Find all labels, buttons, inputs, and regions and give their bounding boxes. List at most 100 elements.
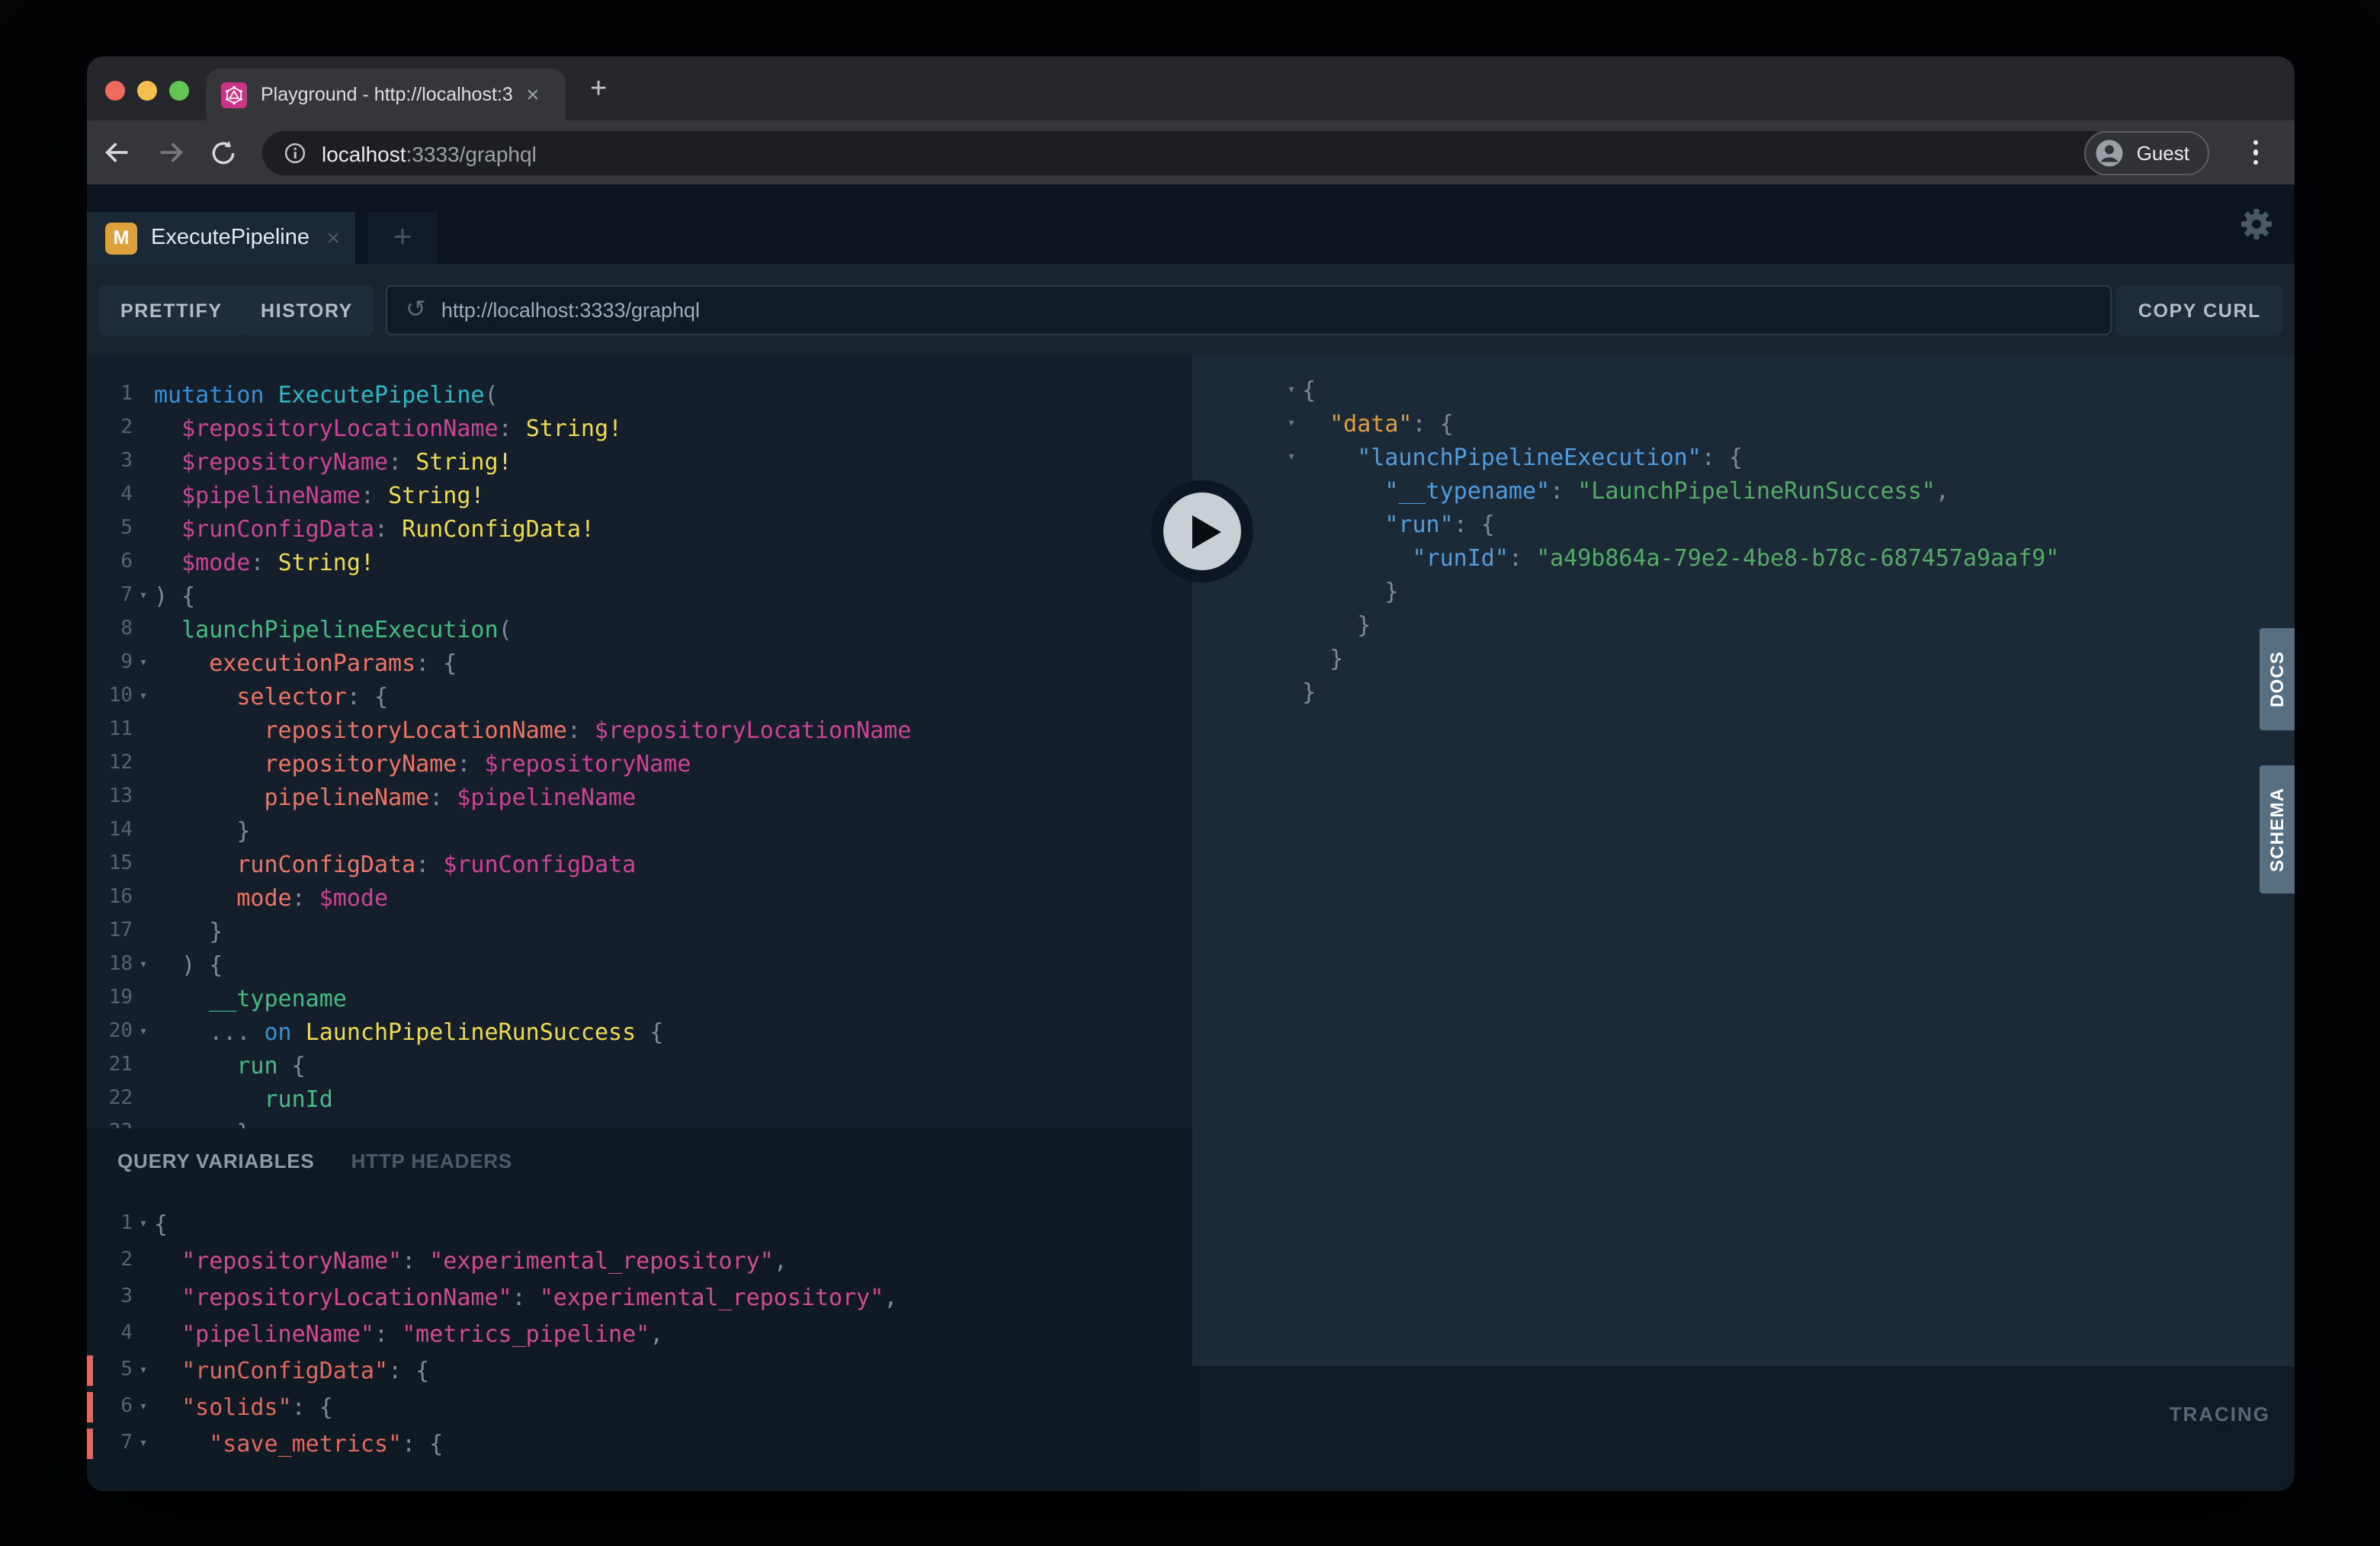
fold-toggle-icon[interactable]: ▾ — [133, 1389, 154, 1426]
response-viewer[interactable]: ▾{▾ "data": {▾ "launchPipelineExecution"… — [1192, 355, 2295, 1384]
url-path: :3333/graphql — [406, 141, 537, 165]
fold-toggle-icon[interactable]: ▾ — [1281, 441, 1302, 474]
line-number: 2 — [87, 412, 133, 445]
response-footer: TRACING — [1192, 1366, 2295, 1491]
code-line: } — [1192, 608, 2295, 642]
query-editor[interactable]: 1mutation ExecutePipeline(2 $repositoryL… — [87, 355, 1192, 1151]
settings-gear-icon[interactable] — [2238, 206, 2275, 242]
fold-spacer — [1281, 575, 1302, 608]
avatar-icon — [2094, 137, 2126, 169]
forward-icon[interactable] — [156, 137, 186, 168]
fold-spacer — [133, 1243, 154, 1279]
variables-editor[interactable]: 1▾{2 "repositoryName": "experimental_rep… — [87, 1172, 1192, 1462]
url-host: localhost — [322, 141, 406, 165]
minimize-window-button[interactable] — [137, 81, 157, 101]
error-marker — [87, 1355, 92, 1386]
profile-button[interactable]: Guest — [2085, 131, 2209, 175]
code-line: 3 $repositoryName: String! — [87, 445, 1192, 479]
fold-spacer — [1281, 541, 1302, 575]
fold-toggle-icon[interactable]: ▾ — [133, 1352, 154, 1389]
browser-tabstrip: Playground - http://localhost:3 × + — [87, 56, 2295, 120]
fold-spacer — [133, 1279, 154, 1316]
close-window-button[interactable] — [105, 81, 125, 101]
code-line: 6 $mode: String! — [87, 546, 1192, 579]
fold-toggle-icon[interactable]: ▾ — [133, 646, 154, 680]
browser-tab[interactable]: Playground - http://localhost:3 × — [206, 69, 566, 120]
browser-menu-icon[interactable] — [2253, 140, 2258, 165]
line-number: 13 — [87, 781, 133, 814]
reset-endpoint-icon[interactable]: ↺ — [406, 298, 426, 322]
code-line: 11 repositoryLocationName: $repositoryLo… — [87, 714, 1192, 747]
browser-new-tab-button[interactable]: + — [590, 75, 607, 104]
code-line: 6▾ "solids": { — [87, 1389, 1192, 1426]
fold-spacer — [133, 412, 154, 445]
fold-toggle-icon[interactable]: ▾ — [133, 579, 154, 613]
line-number: 4 — [87, 1316, 133, 1352]
code-line: 13 pipelineName: $pipelineName — [87, 781, 1192, 814]
line-number: 5 — [87, 1352, 133, 1389]
docs-side-tab[interactable]: DOCS — [2260, 628, 2295, 730]
line-number: 6 — [87, 546, 133, 579]
fold-toggle-icon[interactable]: ▾ — [133, 1206, 154, 1243]
fold-toggle-icon[interactable]: ▾ — [133, 1015, 154, 1049]
line-number: 19 — [87, 982, 133, 1015]
endpoint-input[interactable]: ↺ http://localhost:3333/graphql — [386, 285, 2112, 335]
line-number: 12 — [87, 747, 133, 781]
browser-tab-close-icon[interactable]: × — [526, 83, 540, 106]
fold-toggle-icon[interactable]: ▾ — [133, 680, 154, 714]
code-line: 18▾ ) { — [87, 948, 1192, 982]
code-line: 1▾{ — [87, 1206, 1192, 1243]
line-number: 22 — [87, 1083, 133, 1116]
fold-spacer — [133, 378, 154, 412]
fold-spacer — [1281, 608, 1302, 642]
graphql-playground: M ExecutePipeline × + — [87, 184, 2295, 1491]
site-info-icon[interactable] — [284, 142, 306, 165]
playground-new-tab-button[interactable]: + — [367, 212, 438, 264]
graphql-favicon — [221, 82, 247, 107]
fold-spacer — [133, 848, 154, 881]
error-marker — [87, 1429, 92, 1459]
line-number: 21 — [87, 1049, 133, 1083]
code-line: ▾ "data": { — [1192, 407, 2295, 441]
tab-http-headers[interactable]: HTTP HEADERS — [351, 1150, 512, 1172]
back-icon[interactable] — [102, 137, 133, 168]
line-number: 7 — [87, 1426, 133, 1462]
code-line: ▾ "launchPipelineExecution": { — [1192, 441, 2295, 474]
schema-side-tab[interactable]: SCHEMA — [2260, 765, 2295, 893]
code-line: 2 "repositoryName": "experimental_reposi… — [87, 1243, 1192, 1279]
code-line: 16 mode: $mode — [87, 881, 1192, 915]
code-line: 7▾) { — [87, 579, 1192, 613]
fold-toggle-icon[interactable]: ▾ — [133, 948, 154, 982]
fold-spacer — [1281, 474, 1302, 508]
tab-query-variables[interactable]: QUERY VARIABLES — [117, 1150, 315, 1172]
history-button[interactable]: HISTORY — [239, 285, 374, 335]
fold-spacer — [133, 915, 154, 948]
endpoint-url: http://localhost:3333/graphql — [441, 299, 700, 322]
fold-spacer — [133, 1083, 154, 1116]
line-number: 11 — [87, 714, 133, 747]
address-bar[interactable]: localhost:3333/graphql — [262, 131, 2115, 175]
reload-icon[interactable] — [209, 138, 238, 167]
fold-toggle-icon[interactable]: ▾ — [1281, 407, 1302, 441]
line-number: 7 — [87, 579, 133, 613]
code-line: 20▾ ... on LaunchPipelineRunSuccess { — [87, 1015, 1192, 1049]
fold-spacer — [133, 714, 154, 747]
browser-toolbar: localhost:3333/graphql Guest — [87, 120, 2295, 184]
copy-curl-button[interactable]: COPY CURL — [2117, 285, 2282, 335]
fold-spacer — [133, 1049, 154, 1083]
execute-button[interactable] — [1151, 480, 1253, 582]
prettify-button[interactable]: PRETTIFY — [99, 285, 244, 335]
playground-tab-title: ExecutePipeline — [151, 226, 326, 250]
code-line: 7▾ "save_metrics": { — [87, 1426, 1192, 1462]
tracing-panel-toggle[interactable]: TRACING — [2170, 1403, 2270, 1426]
code-line: 15 runConfigData: $runConfigData — [87, 848, 1192, 881]
code-line: "runId": "a49b864a-79e2-4be8-b78c-687457… — [1192, 541, 2295, 575]
fold-toggle-icon[interactable]: ▾ — [133, 1426, 154, 1462]
playground-tab-executepipeline[interactable]: M ExecutePipeline × — [87, 212, 355, 264]
zoom-window-button[interactable] — [169, 81, 189, 101]
line-number: 1 — [87, 1206, 133, 1243]
fold-toggle-icon[interactable]: ▾ — [1281, 374, 1302, 407]
playground-tab-close-icon[interactable]: × — [326, 225, 340, 251]
line-number: 17 — [87, 915, 133, 948]
fold-spacer — [1281, 675, 1302, 709]
